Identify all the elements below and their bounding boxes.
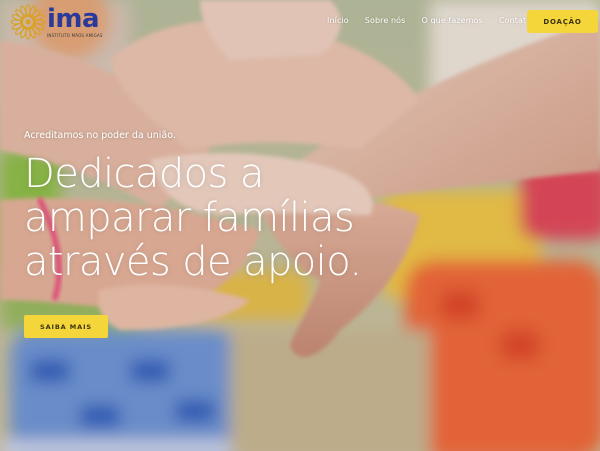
headline-line-1: Dedicados a xyxy=(24,151,264,197)
brand-name: ima xyxy=(47,4,100,34)
donate-button[interactable]: DOAÇÃO xyxy=(527,10,598,33)
brand-text: ima INSTITUTO MÃOS AMIGAS xyxy=(47,6,103,38)
brand-logo[interactable]: ima INSTITUTO MÃOS AMIGAS xyxy=(10,4,103,40)
headline-line-3: através de apoio. xyxy=(24,239,362,285)
hero-section: ima INSTITUTO MÃOS AMIGAS Início Sobre n… xyxy=(0,0,600,451)
headline-line-2: amparar famílias xyxy=(24,195,355,241)
hero-headline: Dedicados a amparar famílias através de … xyxy=(24,151,362,285)
hero-tagline: Acreditamos no poder da união. xyxy=(24,130,176,141)
sun-flower-icon xyxy=(10,4,46,40)
nav-item-o-que-fazemos[interactable]: O que fazemos xyxy=(421,16,482,25)
brand-subtitle: INSTITUTO MÃOS AMIGAS xyxy=(47,33,103,38)
nav-item-sobre-nos[interactable]: Sobre nós xyxy=(365,16,406,25)
main-nav: Início Sobre nós O que fazemos Contato xyxy=(327,16,531,25)
nav-item-inicio[interactable]: Início xyxy=(327,16,349,25)
learn-more-button[interactable]: SAIBA MAIS xyxy=(24,315,108,338)
